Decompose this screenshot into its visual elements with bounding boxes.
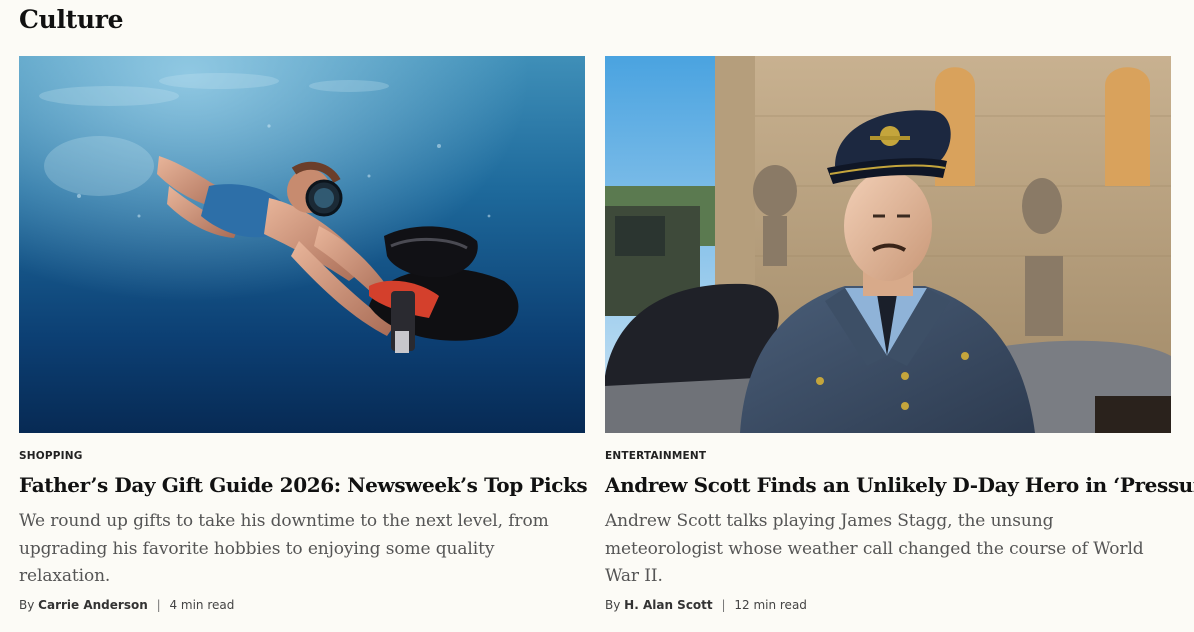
article-card-entertainment[interactable]: ENTERTAINMENT Andrew Scott Finds an Unli… (605, 56, 1194, 626)
underwater-scooter-photo (19, 56, 585, 433)
article-category[interactable]: ENTERTAINMENT (605, 450, 706, 462)
read-time: 4 min read (169, 598, 235, 612)
article-summary: Andrew Scott talks playing James Stagg, … (605, 511, 1144, 586)
article-image-officer[interactable] (605, 56, 1171, 433)
article-category[interactable]: SHOPPING (19, 450, 83, 462)
article-headline[interactable]: Father’s Day Gift Guide 2026: Newsweek’s… (19, 470, 589, 500)
article-summary: We round up gifts to take his downtime t… (19, 511, 549, 586)
officer-portrait-photo (605, 56, 1171, 433)
article-byline: By H. Alan Scott | 12 min read (605, 598, 807, 612)
article-image-underwater[interactable] (19, 56, 585, 433)
byline-prefix: By (19, 598, 35, 612)
byline-separator: | (156, 598, 161, 612)
read-time: 12 min read (734, 598, 807, 612)
article-byline: By Carrie Anderson | 4 min read (19, 598, 234, 612)
author-link[interactable]: H. Alan Scott (624, 598, 712, 612)
byline-separator: | (721, 598, 726, 612)
article-headline[interactable]: Andrew Scott Finds an Unlikely D-Day Her… (605, 470, 1194, 500)
author-link[interactable]: Carrie Anderson (38, 598, 148, 612)
section-title: Culture (19, 5, 124, 34)
byline-prefix: By (605, 598, 621, 612)
article-card-shopping[interactable]: SHOPPING Father’s Day Gift Guide 2026: N… (19, 56, 588, 626)
